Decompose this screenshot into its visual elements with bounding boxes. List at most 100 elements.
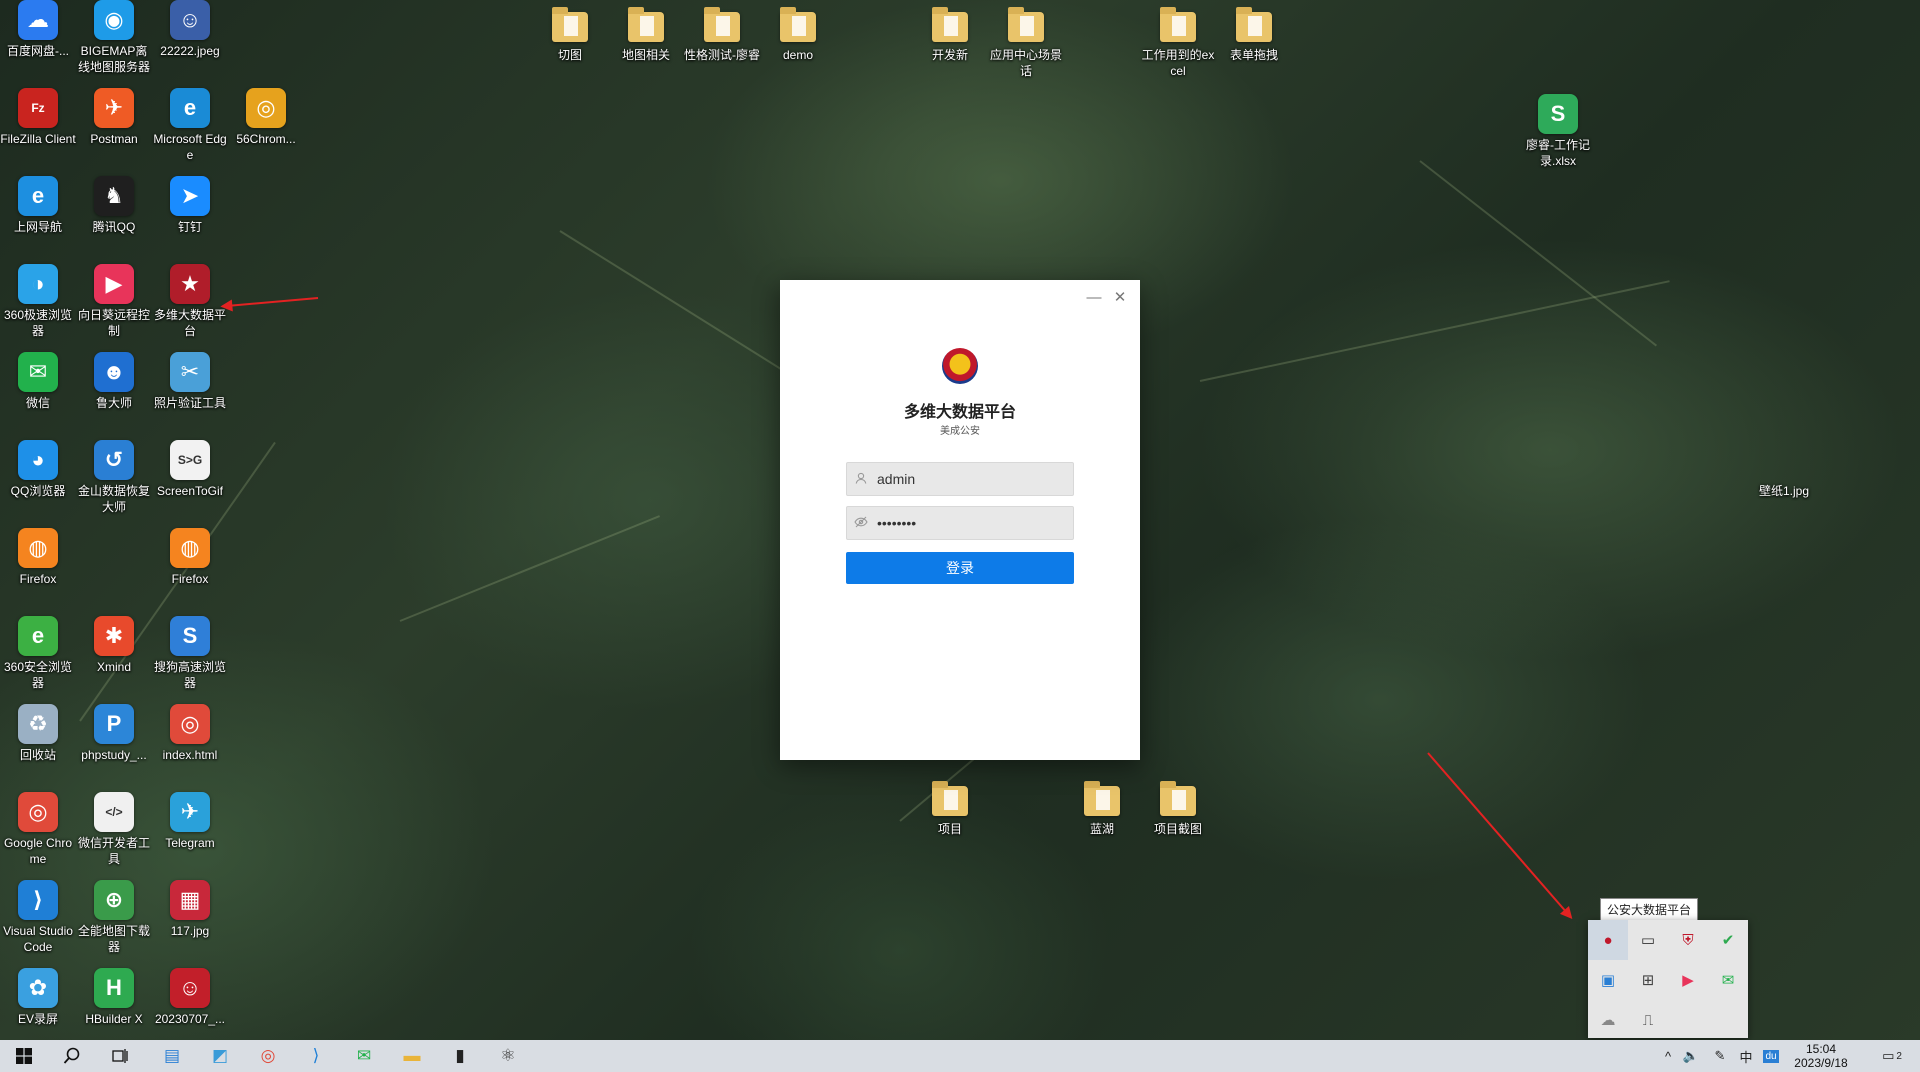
ime-indicator[interactable]: 中 (1734, 1040, 1758, 1072)
du-label: du (1763, 1049, 1779, 1063)
eye-off-icon[interactable] (847, 516, 875, 531)
explorer-app-icon[interactable]: ▬ (388, 1040, 436, 1072)
vscode-app-icon[interactable]: ⟩ (292, 1040, 340, 1072)
desktop-icon[interactable]: 开发新 (912, 7, 988, 63)
desktop-icon[interactable]: ⟩ Visual Studio Code (0, 880, 76, 955)
desktop-icon[interactable]: </> 微信开发者工具 (76, 792, 152, 867)
desktop-icon[interactable]: ✿ EV录屏 (0, 968, 76, 1027)
desktop-icon[interactable]: 应用中心场景话 (988, 7, 1064, 79)
clock[interactable]: 15:04 2023/9/18 (1786, 1042, 1856, 1070)
search-button[interactable] (48, 1040, 96, 1072)
pen-icon[interactable]: ✎ (1708, 1040, 1732, 1072)
desktop-icon[interactable]: ◎ Google Chrome (0, 792, 76, 867)
password-input[interactable] (875, 514, 1069, 532)
desktop-icon[interactable]: ☁ 百度网盘-... (0, 0, 76, 59)
screenshot-tray-icon[interactable]: ▣ (1588, 960, 1628, 1000)
app-icon: ☁ (18, 0, 58, 40)
desktop-app-icon[interactable]: ▤ (148, 1040, 196, 1072)
desktop-icon[interactable]: e 360安全浏览器 (0, 616, 76, 691)
tray-tooltip: 公安大数据平台 (1600, 898, 1699, 921)
task-view-button[interactable] (96, 1040, 144, 1072)
notes-app-icon[interactable]: ◩ (196, 1040, 244, 1072)
desktop-icon[interactable]: H HBuilder X (76, 968, 152, 1027)
desktop-icon[interactable]: ✱ Xmind (76, 616, 152, 675)
terminal-app-icon[interactable]: ▮ (436, 1040, 484, 1072)
electron-app-icon[interactable]: ⚛ (484, 1040, 532, 1072)
username-field[interactable] (846, 462, 1074, 496)
username-input[interactable] (875, 470, 1069, 488)
desktop-icon[interactable]: S>G ScreenToGif (152, 440, 228, 499)
desktop-icon[interactable]: 项目截图 (1140, 781, 1216, 837)
start-button[interactable] (0, 1040, 48, 1072)
desktop-icon[interactable]: 切图 (532, 7, 608, 63)
folder-icon (1084, 781, 1120, 816)
desktop-icon[interactable]: ↺ 金山数据恢复大师 (76, 440, 152, 515)
shield-tray-icon[interactable]: ⛨ (1668, 920, 1708, 960)
desktop-icon[interactable]: Pphpstudy_... (76, 704, 152, 763)
desktop-icon[interactable]: S 廖睿-工作记录.xlsx (1520, 94, 1596, 169)
desktop-icon-label: 蓝湖 (1089, 822, 1114, 836)
desktop-icon[interactable]: ☻ 鲁大师 (76, 352, 152, 411)
desktop-icon[interactable]: demo (760, 7, 836, 63)
wechat-app-icon[interactable]: ✉ (340, 1040, 388, 1072)
notification-center-button[interactable]: ▭ 2 (1872, 1040, 1912, 1072)
desktop-icon[interactable]: ♞ 腾讯QQ (76, 176, 152, 235)
desktop-icon[interactable]: Fz FileZilla Client (0, 88, 76, 147)
desktop-icon[interactable]: 壁纸1.jpg (1746, 440, 1822, 499)
desktop-icon-label: Firefox (19, 572, 57, 586)
desktop-icon[interactable]: ◕ QQ浏览器 (0, 440, 76, 499)
wechat-tray-icon[interactable]: ✉ (1708, 960, 1748, 1000)
desktop-icon[interactable]: ◎ index.html (152, 704, 228, 763)
desktop-icon[interactable]: ☺ 22222.jpeg (152, 0, 228, 59)
desktop-icon[interactable]: ♻ 回收站 (0, 704, 76, 763)
check-tray-icon[interactable]: ✔ (1708, 920, 1748, 960)
desktop-icon[interactable]: ▶ 向日葵远程控制 (76, 264, 152, 339)
windows-tray-icon[interactable]: ⊞ (1628, 960, 1668, 1000)
desktop-icon[interactable]: 工作用到的excel (1140, 7, 1216, 79)
desktop-icon[interactable]: ◉ BIGEMAP离线地图服务器 (76, 0, 152, 75)
usb-tray-icon[interactable]: ⎍ (1628, 1000, 1668, 1040)
desktop-icon[interactable]: ✉ 微信 (0, 352, 76, 411)
desktop-icon[interactable]: 性格测试-廖睿 (684, 7, 760, 63)
desktop-icon[interactable]: ▦ 117.jpg (152, 880, 228, 939)
desktop-icon[interactable]: ◑ 360极速浏览器 (0, 264, 76, 339)
password-field[interactable] (846, 506, 1074, 540)
desktop-icon[interactable]: 蓝湖 (1064, 781, 1140, 837)
sunflower-tray-icon[interactable]: ▶ (1668, 960, 1708, 1000)
tray-chevron-button[interactable]: ^ (1658, 1040, 1678, 1072)
desktop-icon[interactable]: ✂ 照片验证工具 (152, 352, 228, 411)
desktop-icon[interactable]: ◎ 56Chrom... (228, 88, 304, 147)
folder-icon (704, 7, 740, 42)
login-button[interactable]: 登录 (846, 552, 1074, 584)
desktop-icon[interactable]: ◍ Firefox (152, 528, 228, 587)
desktop-icon-label: 钉钉 (177, 220, 202, 234)
desktop-icon-label: 廖睿-工作记录.xlsx (1526, 138, 1590, 168)
desktop-icon-label: demo (782, 48, 814, 62)
police-app-tray-icon[interactable]: ● (1588, 920, 1628, 960)
baidu-ime-icon[interactable]: du (1760, 1040, 1782, 1072)
desktop-icon[interactable]: ✈ Postman (76, 88, 152, 147)
chrome-app-icon[interactable]: ◎ (244, 1040, 292, 1072)
desktop-icon[interactable]: e 上网导航 (0, 176, 76, 235)
desktop-icon[interactable]: e Microsoft Edge (152, 88, 228, 163)
cloud-tray-icon[interactable]: ☁ (1588, 1000, 1628, 1040)
desktop-icon[interactable]: 表单拖拽 (1216, 7, 1292, 63)
app-icon: ✂ (170, 352, 210, 392)
desktop-icon[interactable]: 项目 (912, 781, 988, 837)
desktop-icon[interactable]: ✈ Telegram (152, 792, 228, 851)
desktop-icon-label: 项目截图 (1153, 822, 1202, 836)
desktop-icon[interactable]: ☺ 20230707_... (152, 968, 228, 1027)
desktop-icon[interactable]: S 搜狗高速浏览器 (152, 616, 228, 691)
desktop-icon-label: 工作用到的excel (1141, 48, 1215, 78)
desktop-icon[interactable]: 地图相关 (608, 7, 684, 63)
volume-icon[interactable]: 🔈 (1678, 1040, 1704, 1072)
minimize-button[interactable]: — (1084, 288, 1104, 308)
desktop-icon[interactable]: ◍ Firefox (0, 528, 76, 587)
monitor-tray-icon[interactable]: ▭ (1628, 920, 1668, 960)
desktop-icon-label: 照片验证工具 (153, 396, 226, 410)
close-button[interactable]: ✕ (1110, 288, 1130, 308)
desktop-icon[interactable]: ➤ 钉钉 (152, 176, 228, 235)
police-emblem-logo (942, 348, 978, 384)
desktop-icon[interactable]: ★ 多维大数据平台 (152, 264, 228, 339)
desktop-icon[interactable]: ⊕ 全能地图下载器 (76, 880, 152, 955)
